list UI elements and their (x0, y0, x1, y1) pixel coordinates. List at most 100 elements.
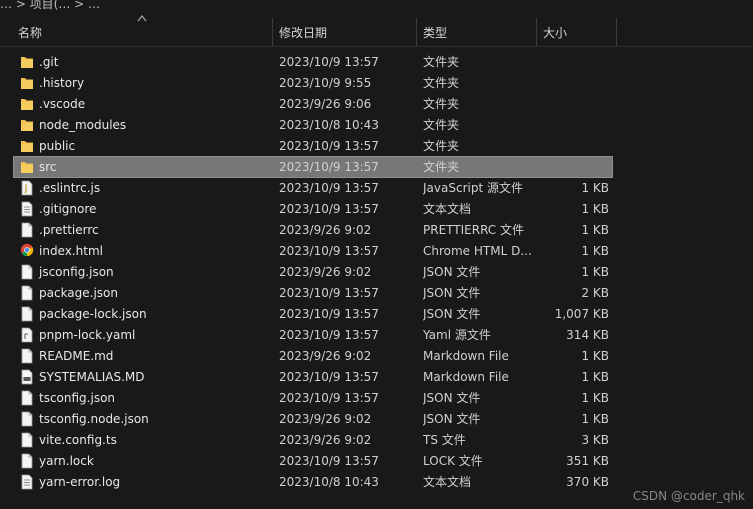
file-date: 2023/10/9 13:57 (279, 391, 379, 405)
file-size: 1 KB (581, 370, 609, 384)
folder-icon (20, 117, 34, 133)
file-row-public[interactable]: public 2023/10/9 13:57 文件夹 (14, 136, 612, 156)
file-name: .eslintrc.js (39, 181, 101, 195)
file-name: pnpm-lock.yaml (39, 328, 136, 342)
folder-icon (20, 54, 34, 70)
file-size: 1 KB (581, 265, 609, 279)
column-name[interactable]: 名称 (18, 12, 42, 46)
file-date: 2023/10/9 13:57 (279, 139, 379, 153)
column-type[interactable]: 类型 (423, 12, 447, 46)
file-row-jsconfig-json[interactable]: jsconfig.json 2023/9/26 9:02 JSON 文件 1 KB (14, 262, 612, 282)
file-size: 370 KB (566, 475, 609, 489)
file-row-readme-md[interactable]: README.md 2023/9/26 9:02 Markdown File 1 KB (14, 346, 612, 366)
file-row-vscode[interactable]: .vscode 2023/9/26 9:06 文件夹 (14, 94, 612, 114)
file-type: Markdown File (423, 349, 509, 363)
file-row-pnpm-lock-yaml[interactable]: pnpm-lock.yaml 2023/10/9 13:57 Yaml 源文件 314… (14, 325, 612, 345)
file-type: Chrome HTML D... (423, 244, 532, 258)
column-size[interactable]: 大小 (543, 12, 567, 46)
file-row-prettierrc[interactable]: .prettierrc 2023/9/26 9:02 PRETTIERRC 文件 1 … (14, 220, 612, 240)
file-name: src (39, 160, 57, 174)
file-name: README.md (39, 349, 114, 363)
file-name: node_modules (39, 118, 127, 132)
file-name: package.json (39, 286, 119, 300)
file-date: 2023/9/26 9:02 (279, 412, 372, 426)
file-date: 2023/9/26 9:06 (279, 97, 372, 111)
file-icon (20, 411, 34, 427)
file-date: 2023/10/9 13:57 (279, 244, 379, 258)
chrome-icon (20, 243, 34, 259)
file-date: 2023/9/26 9:02 (279, 223, 372, 237)
file-row-systemalias-md[interactable]: SYSTEMALIAS.MD 2023/10/9 13:57 Markdown Fi… (14, 367, 612, 387)
column-divider[interactable] (272, 18, 273, 46)
file-name: SYSTEMALIAS.MD (39, 370, 145, 384)
file-date: 2023/10/9 13:57 (279, 202, 379, 216)
file-row-src[interactable]: src 2023/10/9 13:57 文件夹 (13, 156, 613, 178)
column-divider[interactable] (616, 18, 617, 46)
file-name: vite.config.ts (39, 433, 117, 447)
file-icon (20, 390, 34, 406)
column-date[interactable]: 修改日期 (279, 12, 327, 46)
file-name: yarn-error.log (39, 475, 121, 489)
file-date: 2023/10/8 10:43 (279, 118, 379, 132)
file-size: 351 KB (566, 454, 609, 468)
file-date: 2023/10/9 9:55 (279, 76, 372, 90)
file-date: 2023/10/8 10:43 (279, 475, 379, 489)
file-type: Markdown File (423, 370, 509, 384)
file-icon (20, 306, 34, 322)
file-date: 2023/9/26 9:02 (279, 349, 372, 363)
js-file-icon (20, 180, 34, 196)
file-type: PRETTIERRC 文件 (423, 223, 524, 237)
file-name: .prettierrc (39, 223, 99, 237)
file-row-index-html[interactable]: index.html 2023/10/9 13:57 Chrome HTML D..… (14, 241, 612, 261)
file-date: 2023/10/9 13:57 (279, 55, 379, 69)
file-row-node-modules[interactable]: node_modules 2023/10/8 10:43 文件夹 (14, 115, 612, 135)
file-type: Yaml 源文件 (423, 328, 491, 342)
file-row-tsconfig-node-json[interactable]: tsconfig.node.json 2023/9/26 9:02 JSON 文件 1… (14, 409, 612, 429)
file-row-vite-config-ts[interactable]: vite.config.ts 2023/9/26 9:02 TS 文件 3 KB (14, 430, 612, 450)
file-name: .history (39, 76, 85, 90)
file-row-git[interactable]: .git 2023/10/9 13:57 文件夹 (14, 52, 612, 72)
column-divider[interactable] (416, 18, 417, 46)
file-row-history[interactable]: .history 2023/10/9 9:55 文件夹 (14, 73, 612, 93)
file-row-yarn-error-log[interactable]: yarn-error.log 2023/10/8 10:43 文本文档 370 KB (14, 472, 612, 492)
file-icon (20, 432, 34, 448)
file-type: 文件夹 (423, 118, 460, 132)
file-size: 1 KB (581, 244, 609, 258)
file-type: LOCK 文件 (423, 454, 483, 468)
file-row-package-json[interactable]: package.json 2023/10/9 13:57 JSON 文件 2 KB (14, 283, 612, 303)
markdown-file-icon (20, 369, 34, 385)
file-name: index.html (39, 244, 103, 258)
file-type: 文件夹 (423, 160, 460, 174)
file-row-tsconfig-json[interactable]: tsconfig.json 2023/10/9 13:57 JSON 文件 1 KB (14, 388, 612, 408)
file-size: 314 KB (566, 328, 609, 342)
file-icon (20, 264, 34, 280)
file-size: 1 KB (581, 202, 609, 216)
file-type: 文件夹 (423, 139, 460, 153)
file-row-gitignore[interactable]: .gitignore 2023/10/9 13:57 文本文档 1 KB (14, 199, 612, 219)
file-date: 2023/10/9 13:57 (279, 454, 379, 468)
file-size: 1,007 KB (554, 307, 609, 321)
folder-icon (20, 96, 34, 112)
file-icon (20, 285, 34, 301)
file-name: .vscode (39, 97, 86, 111)
column-divider[interactable] (536, 18, 537, 46)
file-date: 2023/10/9 13:57 (279, 286, 379, 300)
file-name: public (39, 139, 76, 153)
file-date: 2023/10/9 13:57 (279, 160, 379, 174)
file-type: JSON 文件 (423, 265, 481, 279)
file-type: JSON 文件 (423, 286, 481, 300)
file-size: 1 KB (581, 412, 609, 426)
file-name: yarn.lock (39, 454, 94, 468)
file-row-package-lock-json[interactable]: package-lock.json 2023/10/9 13:57 JSON 文件 1… (14, 304, 612, 324)
file-size: 2 KB (581, 286, 609, 300)
file-row-yarn-lock[interactable]: yarn.lock 2023/10/9 13:57 LOCK 文件 351 KB (14, 451, 612, 471)
file-row-eslintrc-js[interactable]: .eslintrc.js 2023/10/9 13:57 JavaScript 源文… (14, 178, 612, 198)
folder-icon (20, 159, 34, 175)
file-size: 1 KB (581, 349, 609, 363)
file-type: 文件夹 (423, 97, 460, 111)
file-type: 文件夹 (423, 76, 460, 90)
file-size: 1 KB (581, 181, 609, 195)
folder-icon (20, 75, 34, 91)
file-size: 3 KB (581, 433, 609, 447)
file-date: 2023/10/9 13:57 (279, 328, 379, 342)
